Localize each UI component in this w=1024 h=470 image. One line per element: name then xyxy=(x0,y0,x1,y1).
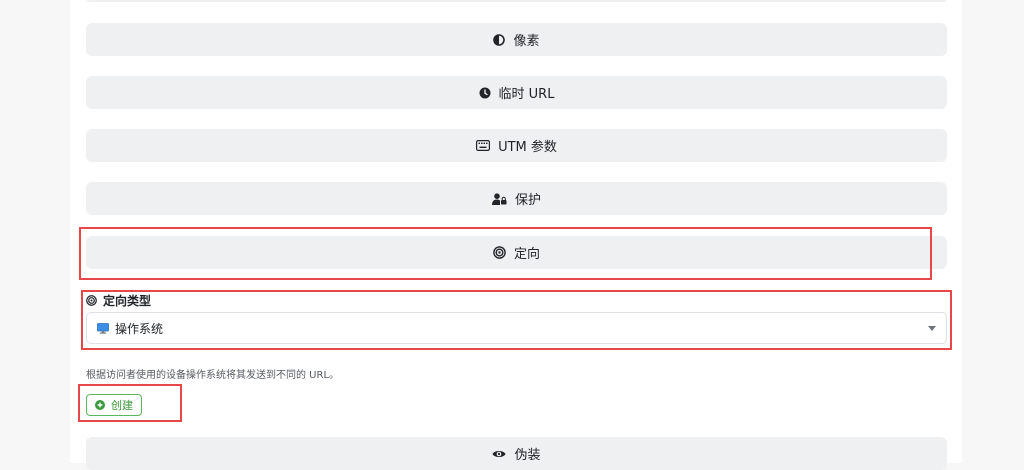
targeting-type-text: 定向类型 xyxy=(103,294,152,308)
temp-url-section-label: 临时 URL xyxy=(498,87,555,102)
targeting-type-label: 定向类型 xyxy=(86,292,151,309)
create-button[interactable]: 创建 xyxy=(86,394,142,416)
keyboard-icon xyxy=(476,140,491,151)
temp-url-section-button[interactable]: 临时 URL xyxy=(86,76,947,109)
desktop-icon xyxy=(97,322,109,334)
utm-section-button[interactable]: UTM 参数 xyxy=(86,129,947,162)
pixels-section-button[interactable]: 像素 xyxy=(86,23,947,56)
protection-section-button[interactable]: 保护 xyxy=(86,182,947,215)
eye-icon xyxy=(492,449,506,459)
clock-icon xyxy=(479,87,491,99)
half-circle-icon xyxy=(493,33,506,46)
targeting-section-button[interactable]: 定向 xyxy=(86,236,947,269)
targeting-type-select[interactable]: 操作系统 xyxy=(86,312,947,344)
plus-circle-icon xyxy=(95,400,105,410)
targeting-type-value: 操作系统 xyxy=(115,321,164,336)
cloaking-section-label: 伪装 xyxy=(514,448,541,463)
targeting-section-label: 定向 xyxy=(513,247,540,262)
user-lock-icon xyxy=(491,192,507,205)
cloaking-section-button[interactable]: 伪装 xyxy=(86,437,947,470)
previous-section-edge xyxy=(86,0,947,2)
chevron-down-icon xyxy=(928,326,936,331)
bullseye-icon xyxy=(493,246,506,259)
content-panel xyxy=(70,0,962,463)
bullseye-icon xyxy=(86,295,97,306)
create-button-label: 创建 xyxy=(111,399,133,412)
targeting-help-text: 根据访问者使用的设备操作系统将其发送到不同的 URL。 xyxy=(86,370,340,381)
protection-section-label: 保护 xyxy=(514,193,541,208)
utm-section-label: UTM 参数 xyxy=(498,140,557,155)
pixels-section-label: 像素 xyxy=(513,34,540,49)
